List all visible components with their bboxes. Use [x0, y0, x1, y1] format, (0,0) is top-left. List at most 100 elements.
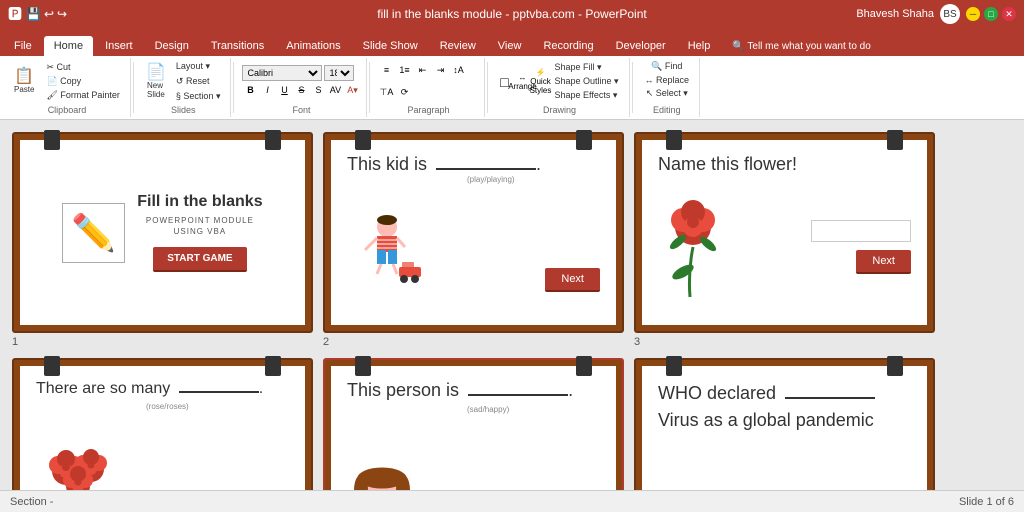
- maximize-button[interactable]: □: [984, 7, 998, 21]
- slide-1-inner: ✏️ Fill in the blanks POWERPOINT MODULEU…: [20, 140, 305, 325]
- save-icon[interactable]: 💾: [26, 7, 41, 21]
- replace-button[interactable]: ↔ Replace: [641, 74, 694, 86]
- group-slides: 📄 NewSlide Layout ▾ ↺ Reset § Section ▾ …: [136, 58, 232, 117]
- numbering-button[interactable]: 1≡: [396, 62, 412, 78]
- paste-label: Paste: [14, 85, 34, 94]
- arrange-button[interactable]: ↔Arrange: [514, 74, 530, 90]
- undo-icon[interactable]: ↩: [44, 7, 54, 21]
- cut-button[interactable]: ✂ Cut: [42, 61, 123, 74]
- italic-button[interactable]: I: [259, 82, 275, 98]
- quick-access: 💾 ↩ ↪: [26, 7, 67, 21]
- slide-6-frame[interactable]: WHO declared Virus as a global pandemic …: [634, 358, 935, 490]
- indent-less-button[interactable]: ⇤: [414, 62, 430, 78]
- clipboard-items: 📋 Paste ✂ Cut 📄 Copy 🖌 Format Painter: [10, 60, 124, 103]
- tab-help[interactable]: Help: [678, 36, 721, 56]
- tab-animations[interactable]: Animations: [276, 36, 350, 56]
- slide-5-hint: (sad/happy): [467, 405, 600, 414]
- font-size-select[interactable]: 18: [324, 65, 354, 81]
- close-button[interactable]: ✕: [1002, 7, 1016, 21]
- copy-button[interactable]: 📄 Copy: [42, 75, 123, 88]
- slide-count: Slide 1 of 6: [959, 496, 1014, 508]
- start-game-button[interactable]: START GAME: [153, 247, 246, 272]
- redo-icon[interactable]: ↪: [57, 7, 67, 21]
- tab-view[interactable]: View: [488, 36, 532, 56]
- tab-insert[interactable]: Insert: [95, 36, 143, 56]
- tab-recording[interactable]: Recording: [533, 36, 603, 56]
- tab-developer[interactable]: Developer: [606, 36, 676, 56]
- minimize-button[interactable]: ─: [966, 7, 980, 21]
- slide-2-hint: (play/playing): [467, 175, 600, 184]
- shape-effects-button[interactable]: Shape Effects ▾: [550, 89, 622, 102]
- new-slide-button[interactable]: 📄 NewSlide: [142, 63, 170, 101]
- slide-2-content: This kid is . (play/playing): [331, 140, 616, 325]
- shape-fill-button[interactable]: Shape Fill ▾: [550, 61, 622, 74]
- slide-5-inner: This person is . (sad/happy): [331, 366, 616, 490]
- slide-4-content: There are so many . (rose/roses): [20, 366, 305, 490]
- user-name: Bhavesh Shaha: [856, 8, 934, 20]
- slide-4-frame[interactable]: There are so many . (rose/roses): [12, 358, 313, 490]
- font-controls: Calibri 18 B I U S S AV A▾: [242, 65, 360, 98]
- slide-2-body: Next: [347, 192, 600, 292]
- select-button[interactable]: ↖ Select ▾: [642, 87, 692, 100]
- tab-file[interactable]: File: [4, 36, 42, 56]
- slide-5-question: This person is .: [347, 380, 600, 401]
- sep1: [133, 62, 134, 113]
- paste-icon: 📋: [14, 69, 34, 85]
- section-button[interactable]: § Section ▾: [172, 90, 225, 103]
- app-icon: 🅿: [8, 4, 22, 24]
- layout-button[interactable]: Layout ▾: [172, 60, 225, 73]
- slide-5-frame[interactable]: This person is . (sad/happy): [323, 358, 624, 490]
- slide-5-blank: [468, 394, 568, 396]
- slide-2-num: 2: [323, 336, 329, 348]
- slide-4-hint: (rose/roses): [146, 402, 289, 411]
- sep5: [632, 62, 633, 113]
- tab-search[interactable]: 🔍 Tell me what you want to do: [722, 37, 880, 56]
- format-painter-button[interactable]: 🖌 Format Painter: [42, 89, 123, 102]
- slide-3-next-button[interactable]: Next: [856, 250, 911, 274]
- clip-1-top-right: [265, 130, 281, 150]
- indent-more-button[interactable]: ⇥: [432, 62, 448, 78]
- bullets-button[interactable]: ≡: [378, 62, 394, 78]
- bold-button[interactable]: B: [242, 82, 258, 98]
- happy-face-svg: [347, 464, 417, 490]
- reset-button[interactable]: ↺ Reset: [172, 75, 225, 88]
- slide-6-text1: WHO declared: [658, 383, 776, 403]
- convert-smartart-button[interactable]: ⟳: [396, 85, 412, 101]
- tab-transitions[interactable]: Transitions: [201, 36, 274, 56]
- char-spacing-button[interactable]: AV: [327, 82, 343, 98]
- quick-styles-button[interactable]: ⚡QuickStyles: [532, 74, 548, 90]
- underline-button[interactable]: U: [276, 82, 292, 98]
- slide-6-blank: [785, 397, 875, 399]
- font-label: Font: [292, 103, 310, 115]
- slide-5-content: This person is . (sad/happy): [331, 366, 616, 490]
- tab-slideshow[interactable]: Slide Show: [353, 36, 428, 56]
- shadow-button[interactable]: S: [310, 82, 326, 98]
- strikethrough-button[interactable]: S: [293, 82, 309, 98]
- answer-input[interactable]: [811, 220, 911, 242]
- tab-review[interactable]: Review: [430, 36, 486, 56]
- shape-outline-button[interactable]: Shape Outline ▾: [550, 75, 622, 88]
- clip-3-top-right: [887, 130, 903, 150]
- find-button[interactable]: 🔍 Find: [647, 60, 686, 73]
- text-direction-button[interactable]: ↕A: [450, 62, 466, 78]
- font-family-select[interactable]: Calibri: [242, 65, 322, 81]
- paste-button[interactable]: 📋 Paste: [10, 67, 38, 96]
- tab-home[interactable]: Home: [44, 36, 93, 56]
- align-text-button[interactable]: ⊤A: [378, 85, 394, 101]
- font-color-button[interactable]: A▾: [344, 82, 360, 98]
- slide-4-inner: There are so many . (rose/roses): [20, 366, 305, 490]
- slide-2-frame[interactable]: This kid is . (play/playing): [323, 132, 624, 333]
- sep2: [233, 62, 234, 113]
- sep3: [369, 62, 370, 113]
- drawing-label: Drawing: [543, 103, 576, 115]
- title-bar-left: 🅿 💾 ↩ ↪: [8, 4, 67, 24]
- window-controls: ─ □ ✕: [966, 7, 1016, 21]
- tab-design[interactable]: Design: [145, 36, 199, 56]
- ribbon-content: 📋 Paste ✂ Cut 📄 Copy 🖌 Format Painter Cl…: [0, 56, 1024, 119]
- slide-controls: Layout ▾ ↺ Reset § Section ▾: [172, 60, 225, 103]
- editing-label: Editing: [653, 103, 681, 115]
- slide-2-question-text: This kid is: [347, 154, 427, 174]
- slide-3-frame[interactable]: Name this flower!: [634, 132, 935, 333]
- slide-2-next-button[interactable]: Next: [545, 268, 600, 292]
- slide-1-frame[interactable]: ✏️ Fill in the blanks POWERPOINT MODULEU…: [12, 132, 313, 333]
